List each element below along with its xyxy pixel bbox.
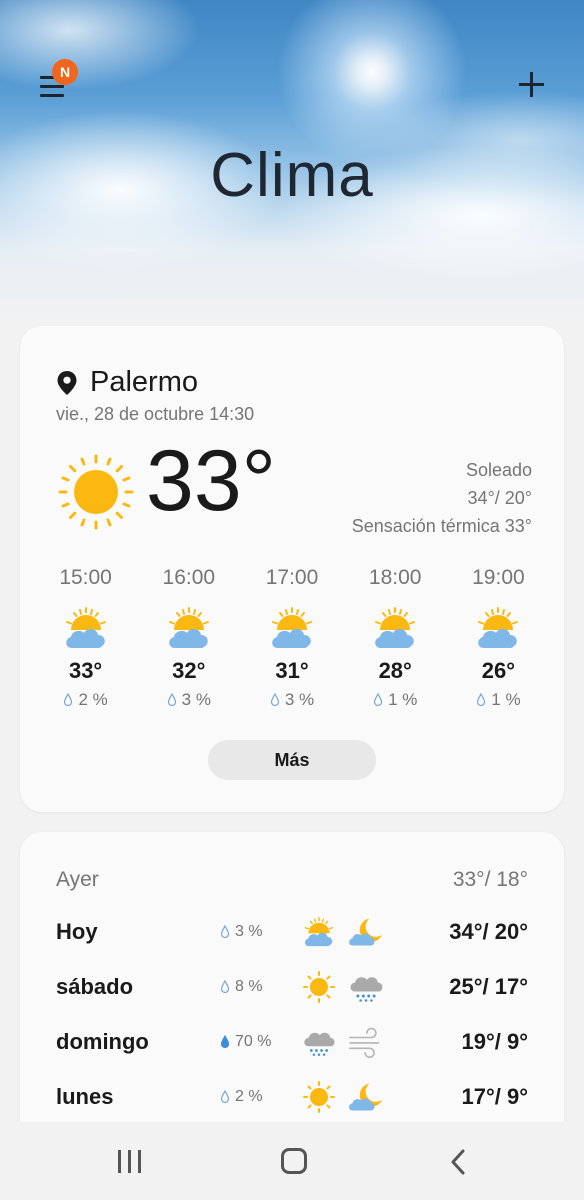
raindrop-icon (373, 693, 383, 707)
moon-cloud-icon (349, 1083, 383, 1111)
raindrop-icon (64, 693, 73, 707)
forecast-temps: 19°/ 9° (461, 1029, 528, 1054)
daily-forecast-card: Ayer 33°/ 18° Hoy 3 % 34°/ 20° sábado 8 … (20, 832, 564, 1132)
forecast-rain-chance: 3 % (235, 923, 263, 940)
home-button[interactable] (281, 1148, 307, 1174)
back-button[interactable] (446, 1148, 470, 1176)
hour-rain-chance: 2 % (78, 690, 108, 709)
raindrop-filled-icon (220, 1035, 230, 1049)
hour-rain-chance: 1 % (491, 690, 521, 709)
hour-temp: 28° (378, 658, 412, 683)
hour-time: 19:00 (472, 566, 525, 589)
forecast-temps: 25°/ 17° (449, 974, 528, 999)
hour-time: 16:00 (162, 566, 216, 589)
moon-cloud-icon (349, 918, 383, 946)
forecast-day: lunes (56, 1084, 114, 1109)
system-navigation-bar (0, 1122, 584, 1200)
high-low-temp: 34°/ 20° (467, 488, 532, 508)
forecast-row-saturday[interactable]: sábado 8 % 25°/ 17° (56, 967, 528, 1007)
partly-cloudy-icon (168, 607, 209, 648)
add-location-button[interactable] (516, 70, 546, 100)
forecast-temps: 17°/ 9° (461, 1084, 528, 1109)
hour-time: 15:00 (59, 566, 112, 589)
location: Palermo (56, 366, 198, 399)
more-button[interactable]: Más (208, 740, 376, 780)
forecast-rain-chance: 8 % (235, 978, 263, 995)
feels-like-temp: Sensación térmica 33° (351, 516, 532, 536)
hour-rain-chance: 3 % (181, 690, 211, 709)
rain-cloud-icon (304, 1032, 335, 1056)
location-pin-icon (57, 370, 77, 395)
forecast-temps: 33°/ 18° (452, 868, 528, 891)
partly-cloudy-icon (375, 607, 416, 648)
raindrop-icon (220, 925, 230, 939)
partly-cloudy-icon (272, 607, 312, 648)
hourly-item[interactable]: 17:00 31° 3 % (240, 566, 343, 710)
hourly-item[interactable]: 18:00 28° 1 % (344, 566, 447, 710)
rain-cloud-icon (350, 977, 383, 1002)
partly-cloudy-icon (65, 607, 106, 648)
app-title: Clima (210, 141, 374, 210)
forecast-temps: 34°/ 20° (449, 919, 528, 944)
forecast-day: Ayer (56, 868, 99, 891)
forecast-day: domingo (56, 1029, 149, 1054)
hour-time: 18:00 (368, 566, 422, 589)
recent-apps-icon (118, 1150, 121, 1173)
hour-temp: 31° (275, 658, 309, 683)
forecast-row-today[interactable]: Hoy 3 % 34°/ 20° (56, 912, 528, 952)
forecast-rain-chance: 70 % (235, 1033, 272, 1050)
raindrop-icon (220, 980, 230, 994)
partly-cloudy-icon (304, 917, 334, 947)
notification-badge: N (52, 59, 78, 85)
sun-icon (303, 1081, 335, 1113)
raindrop-icon (270, 693, 279, 707)
hourly-item[interactable]: 19:00 26° 1 % (447, 566, 550, 710)
hour-temp: 26° (481, 658, 516, 683)
hour-temp: 32° (172, 658, 206, 683)
hour-rain-chance: 3 % (284, 690, 315, 709)
condition-summary: Soleado 34°/ 20° Sensación térmica 33° (352, 456, 532, 540)
sun-icon (58, 454, 134, 530)
current-weather-card[interactable]: Palermo vie., 28 de octubre 14:30 33° So… (20, 326, 564, 812)
hour-temp: 33° (68, 658, 103, 683)
condition-text: Soleado (465, 460, 532, 480)
location-name: Palermo (90, 366, 198, 398)
raindrop-icon (220, 1090, 230, 1104)
wind-icon (348, 1027, 380, 1058)
forecast-day: sábado (56, 974, 134, 999)
hour-rain-chance: 1 % (388, 690, 418, 709)
hour-time: 17:00 (265, 566, 319, 589)
partly-cloudy-icon (478, 607, 519, 648)
hourly-item[interactable]: 15:00 33° 2 % (34, 566, 137, 710)
hourly-item[interactable]: 16:00 32° 3 % (137, 566, 240, 710)
sun-icon (303, 971, 335, 1003)
forecast-row-sunday[interactable]: domingo 70 % 19°/ 9° (56, 1022, 528, 1062)
current-temperature: 33° (146, 433, 277, 529)
forecast-row-yesterday[interactable]: Ayer 33°/ 18° (56, 860, 528, 900)
raindrop-icon (167, 693, 176, 707)
hourly-forecast: 15:00 33° 2 % 16:00 32° 3 % 17:00 31° 3 … (34, 566, 550, 710)
raindrop-icon (477, 693, 486, 707)
forecast-rain-chance: 2 % (235, 1088, 263, 1105)
forecast-day: Hoy (56, 919, 98, 944)
forecast-row-monday[interactable]: lunes 2 % 17°/ 9° (56, 1077, 528, 1117)
current-datetime: vie., 28 de octubre 14:30 (56, 404, 255, 424)
recent-apps-button[interactable] (118, 1150, 144, 1174)
